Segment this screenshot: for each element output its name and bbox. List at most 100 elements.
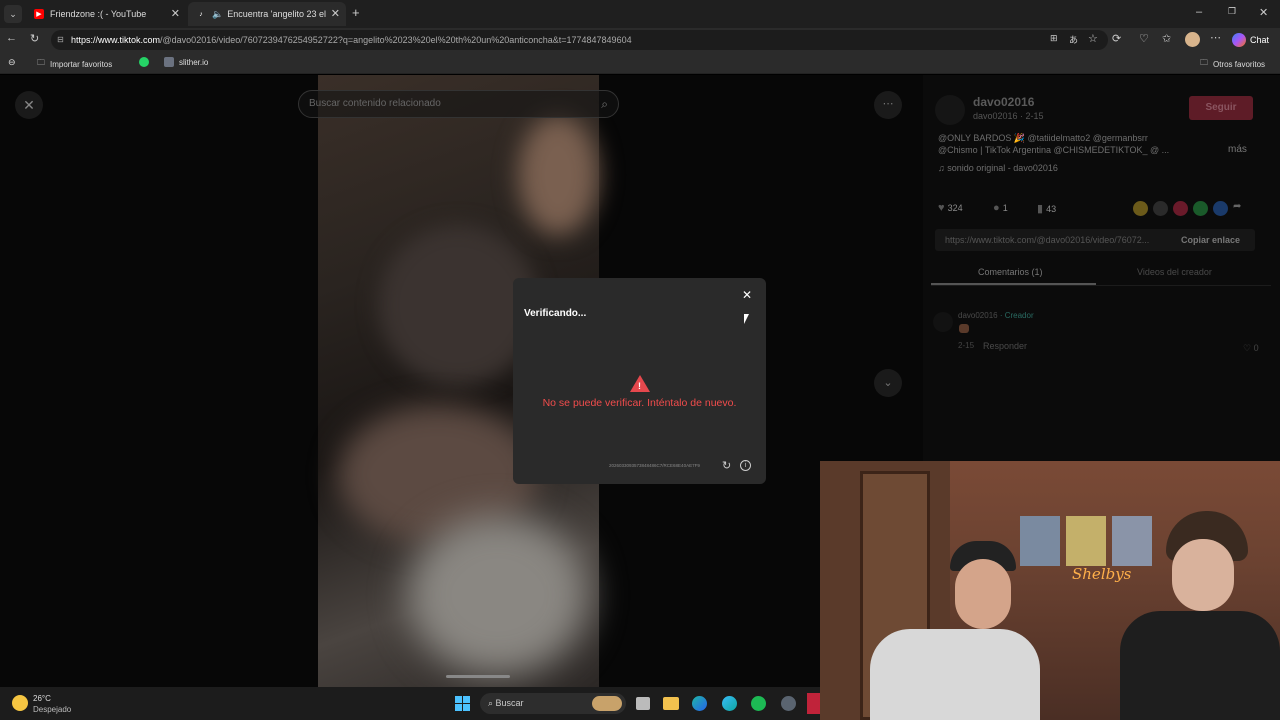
tab-tiktok[interactable]: ♪ 🔈 Encuentra 'angelito 23 el th u ✕ <box>188 2 346 26</box>
comment-author[interactable]: davo02016 · Creador <box>958 311 1034 320</box>
weather-desc: Despejado <box>33 705 72 714</box>
close-icon[interactable]: ✕ <box>331 7 340 20</box>
mouse-cursor <box>744 314 749 324</box>
refresh-icon[interactable]: ↻ <box>722 459 731 472</box>
tab-title: Encuentra 'angelito 23 el th u <box>227 9 327 19</box>
tab-bar: ⌄ ▶ Friendzone :( - YouTube ✕ ♪ 🔈 Encuen… <box>0 0 1280 28</box>
search-highlight-icon <box>592 696 622 711</box>
bookmark-import[interactable]: 🗀 Importar favoritos <box>37 57 112 71</box>
more-link[interactable]: más <box>1228 144 1247 155</box>
creator-name[interactable]: davo02016 <box>973 95 1034 109</box>
shirt <box>870 629 1040 720</box>
close-icon[interactable]: ✕ <box>171 7 180 20</box>
coin-icon[interactable] <box>1133 201 1148 216</box>
weather-icon[interactable] <box>12 695 28 711</box>
bookmark-slither[interactable]: slither.io <box>164 57 208 67</box>
music-note-icon: ♫ <box>938 163 948 173</box>
comment-date: 2-15 <box>958 341 975 350</box>
favorite-star-icon[interactable]: ☆ <box>1088 32 1098 45</box>
like-count[interactable]: ♥ 324 <box>938 202 963 214</box>
translate-icon[interactable]: あ <box>1069 33 1078 46</box>
extensions-icon[interactable]: ⟳ <box>1112 32 1121 45</box>
more-options-icon[interactable]: ⋯ <box>874 91 902 119</box>
comment-count[interactable]: ● 1 <box>993 202 1008 214</box>
avatar[interactable] <box>935 95 965 125</box>
file-explorer-icon[interactable] <box>663 697 679 710</box>
url-field[interactable]: ⊟ https://www.tiktok.com/@davo02016/vide… <box>51 30 1108 50</box>
whatsapp-share-icon[interactable] <box>1193 201 1208 216</box>
site-info-icon[interactable]: ⊟ <box>57 30 64 50</box>
restore-icon[interactable]: ❐ <box>1228 6 1236 17</box>
error-message: No se puede verificar. Inténtalo de nuev… <box>542 397 737 409</box>
edge-icon[interactable] <box>692 696 707 711</box>
taskbar-search[interactable]: ⌕ Buscar <box>480 693 626 714</box>
reply-link[interactable]: Responder <box>983 341 1027 351</box>
follow-button[interactable]: Seguir <box>1189 96 1253 120</box>
poster <box>1066 516 1106 566</box>
chevron-down-icon[interactable]: ⌄ <box>874 369 902 397</box>
verification-code: 2026033093573848486C7/RCE68E40AE7F9 <box>609 463 700 468</box>
tiktok-icon: ♪ <box>199 10 203 18</box>
spotify-icon[interactable] <box>751 696 766 711</box>
start-icon[interactable] <box>455 696 470 711</box>
refresh-icon[interactable]: ↻ <box>30 32 39 45</box>
search-input[interactable]: Buscar contenido relacionado ⌕ <box>298 90 619 118</box>
info-icon[interactable]: i <box>740 460 751 471</box>
webcam-overlay: Shelbys <box>820 461 1280 720</box>
whatsapp-bookmark[interactable] <box>139 57 149 67</box>
embed-icon[interactable] <box>1153 201 1168 216</box>
folder-icon: 🗀 <box>1200 58 1208 67</box>
sound-line[interactable]: ♫ sonido original - davo02016 <box>938 163 1058 173</box>
tab-comments[interactable]: Comentarios (1) <box>978 267 1043 277</box>
save-count[interactable]: ▮ 43 <box>1037 202 1056 215</box>
app-icon[interactable]: ⊞ <box>1050 33 1058 44</box>
tab-actions-icon[interactable]: ⌄ <box>4 5 22 23</box>
send-icon[interactable] <box>1173 201 1188 216</box>
tab-title: Friendzone :( - YouTube <box>50 9 147 19</box>
person-right <box>1120 511 1280 720</box>
comment-likes[interactable]: ♡ 0 <box>1243 343 1259 354</box>
speaker-icon[interactable]: 🔈 <box>212 9 223 20</box>
back-icon[interactable]: ← <box>6 32 17 44</box>
bookmarks-bar: ⊖ 🗀 Importar favoritos slither.io 🗀 Otro… <box>0 52 1280 74</box>
window-close-icon[interactable]: ✕ <box>1259 6 1268 19</box>
facebook-icon[interactable] <box>1213 201 1228 216</box>
comment-icon: ● <box>993 202 1003 214</box>
youtube-icon: ▶ <box>34 9 44 19</box>
minimize-icon[interactable]: – <box>1196 6 1202 18</box>
comment-avatar[interactable] <box>933 312 953 332</box>
browser-essentials-icon[interactable]: ♡ <box>1139 32 1149 45</box>
bookmark-icon: ▮ <box>1037 203 1047 215</box>
weather-temp[interactable]: 26°C <box>33 694 51 703</box>
copilot-chat-button[interactable]: Chat <box>1232 31 1269 49</box>
person-left <box>860 541 1040 720</box>
face <box>1172 539 1234 611</box>
favorites-icon[interactable]: ✩ <box>1162 32 1171 45</box>
comment-body-emoji <box>959 324 969 333</box>
face <box>955 559 1011 629</box>
app-icon-red[interactable] <box>807 693 820 714</box>
share-icons: ➦ <box>1133 201 1241 216</box>
whatsapp-icon <box>139 57 149 67</box>
tab-creator-videos[interactable]: Videos del creador <box>1137 267 1212 277</box>
tab-youtube[interactable]: ▶ Friendzone :( - YouTube ✕ <box>26 2 186 26</box>
copilot-icon <box>1232 33 1246 47</box>
share-arrow-icon[interactable]: ➦ <box>1233 201 1241 216</box>
edge-beta-icon[interactable] <box>722 696 737 711</box>
reading-list-icon[interactable]: ⊖ <box>8 57 16 68</box>
more-icon[interactable]: ⋯ <box>1210 31 1221 44</box>
close-icon[interactable]: ✕ <box>742 288 752 302</box>
video-progress-bar[interactable] <box>446 675 510 678</box>
profile-avatar[interactable] <box>1185 32 1200 47</box>
url-host: https://www.tiktok.com <box>71 35 161 45</box>
task-view-icon[interactable] <box>636 697 650 710</box>
heart-outline-icon: ♡ <box>1243 343 1254 353</box>
steam-icon[interactable] <box>781 696 796 711</box>
share-link[interactable]: https://www.tiktok.com/@davo02016/video/… <box>945 235 1149 245</box>
copy-link-button[interactable]: Copiar enlace <box>1181 235 1240 245</box>
search-icon[interactable]: ⌕ <box>601 91 608 117</box>
close-video-icon[interactable]: ✕ <box>15 91 43 119</box>
folder-icon: 🗀 <box>37 58 45 67</box>
bookmark-others[interactable]: 🗀 Otros favoritos <box>1200 57 1265 71</box>
new-tab-icon[interactable]: + <box>352 5 360 20</box>
